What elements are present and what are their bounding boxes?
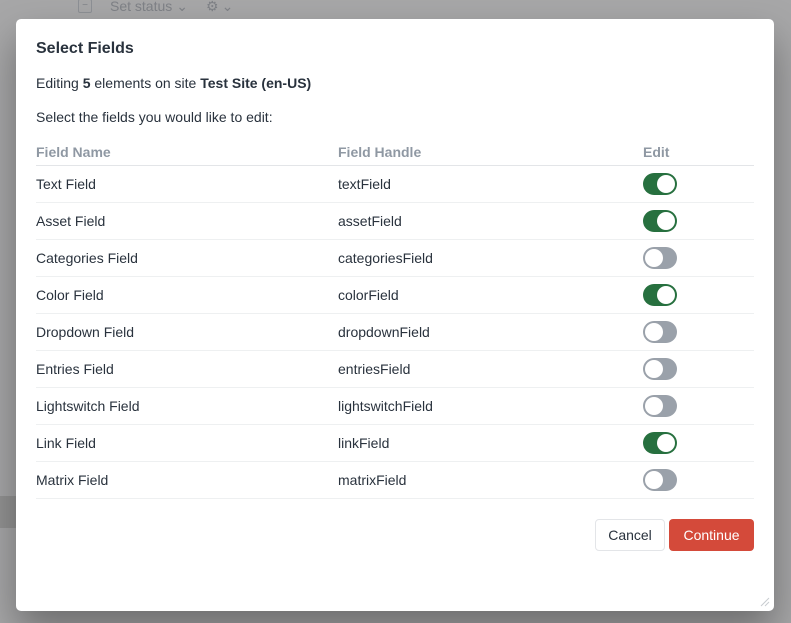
table-row: Categories Field categoriesField (36, 239, 754, 277)
edit-toggle[interactable] (643, 395, 677, 417)
edit-cell (643, 202, 754, 240)
modal-title: Select Fields (36, 40, 134, 57)
table-row: Link Field linkField (36, 424, 754, 462)
chevron-down-icon: ⌄ (176, 0, 188, 14)
fields-table-body: Text Field textField Asset Field assetFi… (36, 165, 754, 499)
column-header-edit: Edit (643, 139, 754, 166)
field-name-cell: Lightswitch Field (36, 387, 338, 425)
edit-toggle[interactable] (643, 284, 677, 306)
field-name-cell: Asset Field (36, 202, 338, 240)
set-status-menu-button[interactable]: Set status ⌄ (110, 0, 188, 15)
field-handle-cell: linkField (338, 424, 643, 462)
field-name-cell: Dropdown Field (36, 313, 338, 351)
field-handle-cell: categoriesField (338, 239, 643, 277)
field-name-cell: Entries Field (36, 350, 338, 388)
toggle-knob (657, 286, 675, 304)
table-row: Lightswitch Field lightswitchField (36, 387, 754, 425)
edit-toggle[interactable] (643, 173, 677, 195)
field-handle-cell: textField (338, 165, 643, 203)
background-toolbar: − Set status ⌄ ⚙ ⌄ (44, 0, 233, 16)
table-row: Text Field textField (36, 165, 754, 203)
gear-icon: ⚙ (206, 0, 219, 14)
table-row: Color Field colorField (36, 276, 754, 314)
edit-toggle[interactable] (643, 432, 677, 454)
edit-cell (643, 387, 754, 425)
table-row: Entries Field entriesField (36, 350, 754, 388)
editing-middle: elements on site (90, 75, 201, 91)
toggle-knob (645, 397, 663, 415)
edit-toggle[interactable] (643, 247, 677, 269)
toggle-knob (657, 212, 675, 230)
edit-cell (643, 313, 754, 351)
edit-cell (643, 276, 754, 314)
edit-cell (643, 350, 754, 388)
resize-handle-icon[interactable] (758, 595, 770, 607)
field-handle-cell: matrixField (338, 461, 643, 499)
toggle-knob (645, 249, 663, 267)
background-table-edge (0, 496, 16, 528)
actions-menu-button[interactable]: ⚙ ⌄ (206, 0, 233, 15)
select-fields-modal: Select Fields Editing 5 elements on site… (16, 19, 774, 611)
element-count: 5 (82, 75, 91, 91)
field-handle-cell: assetField (338, 202, 643, 240)
field-name-cell: Link Field (36, 424, 338, 462)
instruction-text: Select the fields you would like to edit… (36, 109, 273, 125)
field-handle-cell: lightswitchField (338, 387, 643, 425)
edit-cell (643, 165, 754, 203)
toggle-knob (645, 471, 663, 489)
continue-button[interactable]: Continue (669, 519, 754, 551)
edit-cell (643, 424, 754, 462)
column-header-field-name: Field Name (36, 139, 338, 166)
field-name-cell: Matrix Field (36, 461, 338, 499)
select-all-checkbox[interactable]: − (78, 0, 92, 13)
edit-toggle[interactable] (643, 469, 677, 491)
table-row: Asset Field assetField (36, 202, 754, 240)
chevron-down-icon: ⌄ (221, 0, 234, 14)
field-handle-cell: entriesField (338, 350, 643, 388)
edit-toggle[interactable] (643, 210, 677, 232)
field-name-cell: Text Field (36, 165, 338, 203)
toggle-knob (645, 323, 663, 341)
toggle-knob (657, 434, 675, 452)
column-header-field-handle: Field Handle (338, 139, 643, 166)
toggle-knob (645, 360, 663, 378)
fields-table: Field Name Field Handle Edit Text Field … (36, 139, 754, 499)
editing-prefix: Editing (36, 75, 83, 91)
field-name-cell: Color Field (36, 276, 338, 314)
edit-cell (643, 461, 754, 499)
cancel-button[interactable]: Cancel (595, 519, 665, 551)
toggle-knob (657, 175, 675, 193)
field-name-cell: Categories Field (36, 239, 338, 277)
table-header-row: Field Name Field Handle Edit (36, 139, 754, 166)
site-name: Test Site (en-US) (200, 75, 312, 91)
edit-cell (643, 239, 754, 277)
set-status-label: Set status (110, 0, 173, 14)
field-handle-cell: dropdownField (338, 313, 643, 351)
editing-summary: Editing 5 elements on site Test Site (en… (36, 75, 311, 91)
edit-toggle[interactable] (643, 358, 677, 380)
checkbox-indeterminate-glyph: − (82, 0, 88, 11)
modal-footer: Cancel Continue (595, 519, 754, 551)
table-row: Dropdown Field dropdownField (36, 313, 754, 351)
field-handle-cell: colorField (338, 276, 643, 314)
table-row: Matrix Field matrixField (36, 461, 754, 499)
edit-toggle[interactable] (643, 321, 677, 343)
